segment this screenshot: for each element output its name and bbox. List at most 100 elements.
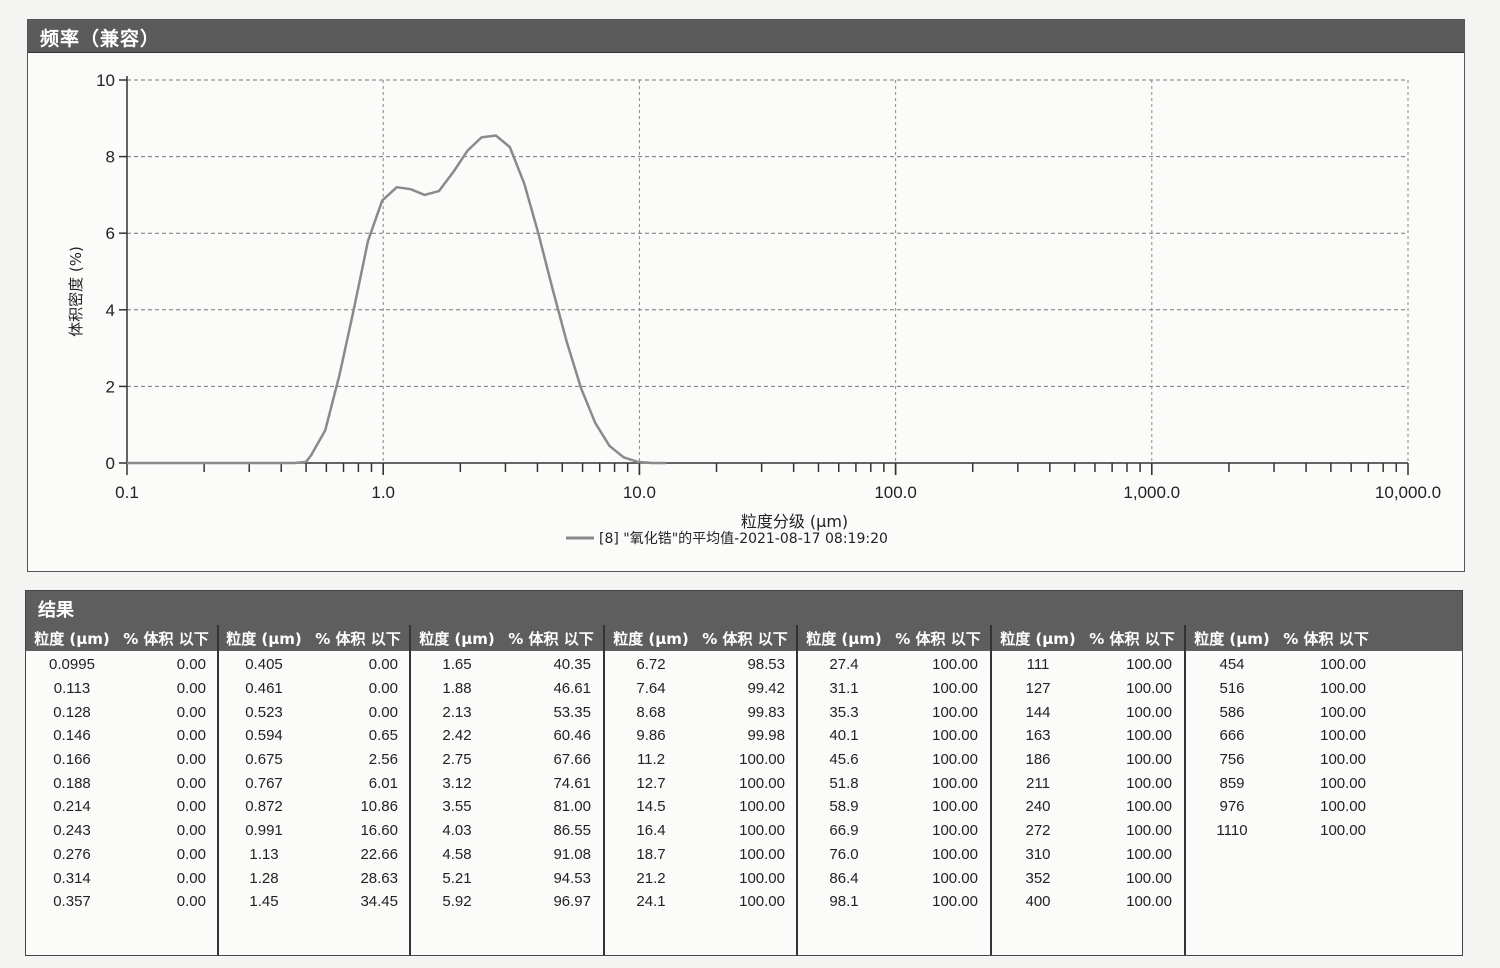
table-row: 40.1 100.00: [798, 724, 990, 748]
size-cell: 0.357: [53, 893, 91, 911]
table-row: 240 100.00: [992, 795, 1184, 819]
percent-cell: 100.00: [739, 822, 785, 840]
table-row: 0.0995 0.00: [26, 653, 217, 677]
table-row: 756 100.00: [1186, 748, 1462, 772]
table-row: 66.9 100.00: [798, 819, 990, 843]
result-rows: 454 100.00 516 100.00 586 100.00 666 100.00 756 1…: [1186, 653, 1462, 843]
size-cell: 0.276: [53, 845, 91, 863]
table-row: 86.4 100.00: [798, 866, 990, 890]
percent-cell: 100.00: [1320, 656, 1366, 674]
percent-cell: 100.00: [1126, 751, 1172, 769]
size-cell: 0.675: [245, 751, 283, 769]
size-cell: 240: [1025, 798, 1051, 816]
table-row: 0.214 0.00: [26, 795, 217, 819]
percent-cell: 100.00: [1126, 798, 1172, 816]
table-row: 400 100.00: [992, 890, 1184, 914]
percent-cell: 100.00: [1126, 774, 1172, 792]
table-row: 0.314 0.00: [26, 866, 217, 890]
size-cell: 0.128: [53, 703, 91, 721]
y-tick-label: 10: [96, 71, 115, 90]
percent-cell: 0.00: [368, 703, 398, 721]
result-rows: 111 100.00 127 100.00 144 100.00 163 100.00 186 1…: [992, 653, 1184, 914]
percent-cell: 100.00: [739, 751, 785, 769]
table-row: 8.68 99.83: [605, 700, 796, 724]
percent-cell: 100.00: [932, 727, 978, 745]
table-row: 976 100.00: [1186, 795, 1462, 819]
table-row: 0.243 0.00: [26, 819, 217, 843]
size-cell: 0.872: [245, 798, 283, 816]
percent-cell: 0.00: [368, 656, 398, 674]
chart-panel: 频率（兼容） 0 2 4 6 8 10 0.1 1.0 10.0 100.0 1,000.0 10,0…: [27, 19, 1465, 572]
table-row: 186 100.00: [992, 748, 1184, 772]
size-cell: 186: [1025, 751, 1051, 769]
column-header-row: 粒度 (μm) % 体积 以下: [26, 625, 217, 651]
result-rows: 1.65 40.35 1.88 46.61 2.13 53.35 2.42 60.46 2.75…: [411, 653, 603, 914]
table-row: 586 100.00: [1186, 700, 1462, 724]
column-header-percent: % 体积 以下: [508, 629, 594, 648]
table-row: 4.58 91.08: [411, 843, 603, 867]
percent-cell: 0.00: [176, 727, 206, 745]
percent-cell: 100.00: [1126, 680, 1172, 698]
percent-cell: 0.00: [176, 845, 206, 863]
size-cell: 2.75: [442, 751, 472, 769]
size-cell: 1.88: [442, 680, 472, 698]
percent-cell: 100.00: [739, 845, 785, 863]
column-header-size: 粒度 (μm): [226, 629, 302, 648]
percent-cell: 0.00: [176, 822, 206, 840]
result-rows: 0.405 0.00 0.461 0.00 0.523 0.00 0.594 0.65 0.67…: [218, 653, 409, 914]
size-cell: 51.8: [829, 774, 859, 792]
size-cell: 144: [1025, 703, 1051, 721]
percent-cell: 100.00: [1126, 869, 1172, 887]
table-row: 0.872 10.86: [218, 795, 409, 819]
size-cell: 35.3: [829, 703, 859, 721]
percent-cell: 100.00: [932, 751, 978, 769]
percent-cell: 100.00: [932, 893, 978, 911]
percent-cell: 100.00: [739, 774, 785, 792]
size-cell: 163: [1025, 727, 1051, 745]
size-cell: 0.405: [245, 656, 283, 674]
table-row: 2.42 60.46: [411, 724, 603, 748]
result-rows: 27.4 100.00 31.1 100.00 35.3 100.00 40.1 100.00…: [798, 653, 990, 914]
percent-cell: 22.66: [360, 845, 398, 863]
size-cell: 14.5: [636, 798, 666, 816]
size-cell: 24.1: [636, 893, 666, 911]
size-cell: 272: [1025, 822, 1051, 840]
percent-cell: 94.53: [553, 869, 591, 887]
legend-label: [8] "氧化锆"的平均值-2021-08-17 08:19:20: [599, 531, 888, 547]
size-cell: 310: [1025, 845, 1051, 863]
table-row: 0.405 0.00: [218, 653, 409, 677]
column-header-size: 粒度 (μm): [419, 629, 495, 648]
table-row: 3.55 81.00: [411, 795, 603, 819]
size-cell: 0.113: [53, 680, 91, 698]
table-row: 1.45 34.45: [218, 890, 409, 914]
percent-cell: 0.00: [176, 680, 206, 698]
percent-cell: 100.00: [932, 822, 978, 840]
x-axis-title: 粒度分级 (μm): [741, 512, 848, 531]
percent-cell: 96.97: [553, 893, 591, 911]
percent-cell: 99.42: [747, 680, 785, 698]
size-cell: 16.4: [636, 822, 666, 840]
size-cell: 859: [1219, 774, 1245, 792]
size-cell: 66.9: [829, 822, 859, 840]
table-row: 11.2 100.00: [605, 748, 796, 772]
percent-cell: 100.00: [1126, 845, 1172, 863]
percent-cell: 100.00: [739, 893, 785, 911]
percent-cell: 34.45: [360, 893, 398, 911]
table-row: 211 100.00: [992, 771, 1184, 795]
table-row: 9.86 99.98: [605, 724, 796, 748]
table-row: 454 100.00: [1186, 653, 1462, 677]
column-header-percent: % 体积 以下: [315, 629, 401, 648]
table-row: 0.594 0.65: [218, 724, 409, 748]
table-row: 0.991 16.60: [218, 819, 409, 843]
table-row: 27.4 100.00: [798, 653, 990, 677]
x-tick-label: 10.0: [623, 483, 656, 502]
table-row: 0.128 0.00: [26, 700, 217, 724]
table-row: 51.8 100.00: [798, 771, 990, 795]
table-row: 0.166 0.00: [26, 748, 217, 772]
table-row: 58.9 100.00: [798, 795, 990, 819]
percent-cell: 100.00: [1320, 822, 1366, 840]
table-row: 310 100.00: [992, 843, 1184, 867]
percent-cell: 100.00: [1126, 703, 1172, 721]
size-cell: 1.13: [249, 845, 279, 863]
column-header-row: 粒度 (μm) % 体积 以下: [218, 625, 409, 651]
